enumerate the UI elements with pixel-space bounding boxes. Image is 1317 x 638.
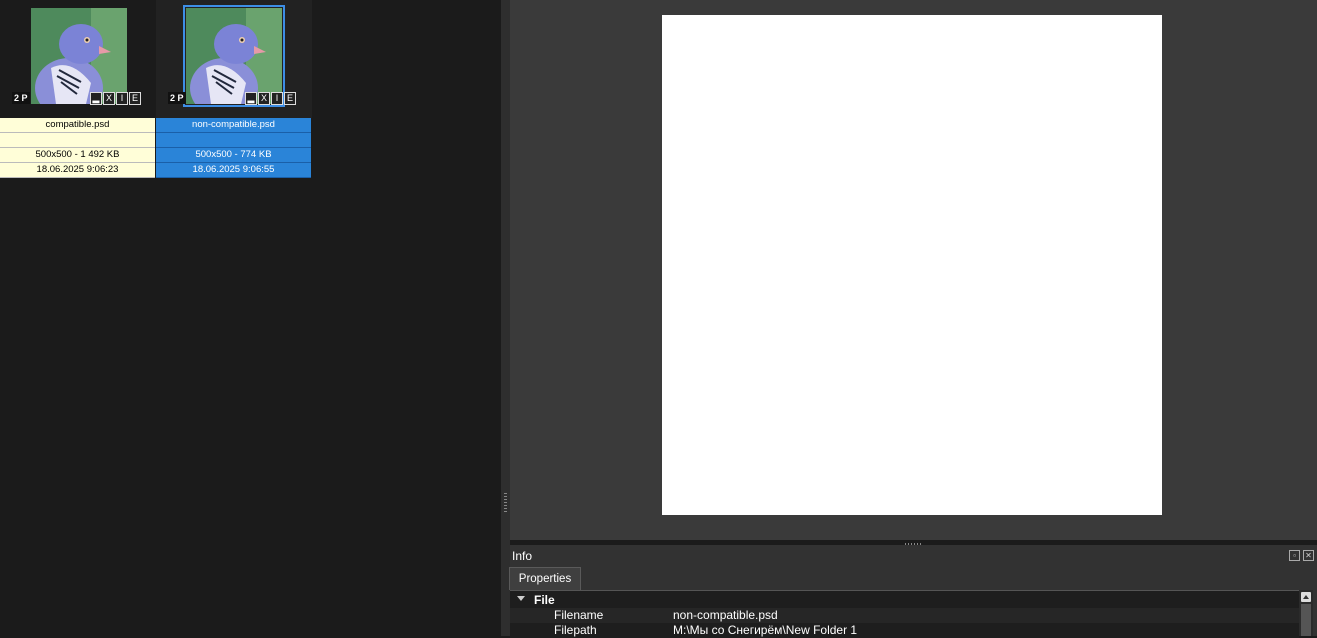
group-label: File bbox=[534, 593, 555, 607]
flag-icon: ▂ bbox=[90, 92, 102, 105]
flag-i: I bbox=[271, 92, 283, 105]
thumbnail-image[interactable] bbox=[183, 5, 285, 107]
thumbnail-date: 18.06.2025 9:06:23 bbox=[0, 163, 155, 178]
image-canvas[interactable] bbox=[662, 15, 1162, 515]
properties-grid: File Filename non-compatible.psd Filepat… bbox=[510, 590, 1299, 638]
flag-icon: ▂ bbox=[245, 92, 257, 105]
flag-i: I bbox=[116, 92, 128, 105]
thumbnail-size: 500x500 - 774 KB bbox=[156, 148, 311, 163]
thumbnail-filename: compatible.psd bbox=[0, 118, 155, 133]
browser-pane: 2 P ▂ X I E compatible.psd 500x500 - 1 4… bbox=[0, 0, 501, 636]
vertical-splitter[interactable] bbox=[501, 0, 510, 636]
thumbnail-size: 500x500 - 1 492 KB bbox=[0, 148, 155, 163]
page-count-badge: 2 P bbox=[168, 92, 186, 104]
splitter-grip-icon[interactable] bbox=[504, 493, 507, 513]
group-row-file[interactable]: File bbox=[510, 592, 1299, 608]
property-row[interactable]: Filename non-compatible.psd bbox=[510, 608, 1299, 623]
thumbnail-non-compatible[interactable]: 2 P ▂ X I E non-compatible.psd 500x500 -… bbox=[156, 0, 312, 178]
flag-x: X bbox=[103, 92, 115, 105]
properties-scrollbar[interactable] bbox=[1299, 590, 1313, 636]
thumbnail-info-line bbox=[156, 133, 311, 148]
flag-e: E bbox=[129, 92, 141, 105]
thumbnail-info-line bbox=[0, 133, 155, 148]
thumbnail-image[interactable] bbox=[31, 8, 127, 104]
scroll-up-icon[interactable] bbox=[1301, 592, 1311, 602]
expand-arrow-icon[interactable] bbox=[517, 596, 525, 601]
float-panel-icon[interactable]: ▫ bbox=[1289, 550, 1300, 561]
thumbnail-compatible[interactable]: 2 P ▂ X I E compatible.psd 500x500 - 1 4… bbox=[0, 0, 156, 178]
property-value: non-compatible.psd bbox=[673, 608, 778, 622]
flag-x: X bbox=[258, 92, 270, 105]
thumbnail-filename: non-compatible.psd bbox=[156, 118, 311, 133]
tab-properties[interactable]: Properties bbox=[509, 567, 581, 590]
page-count-badge: 2 P bbox=[12, 92, 30, 104]
flag-e: E bbox=[284, 92, 296, 105]
close-panel-icon[interactable]: ✕ bbox=[1303, 550, 1314, 561]
thumbnail-date: 18.06.2025 9:06:55 bbox=[156, 163, 311, 178]
info-panel-title: Info bbox=[512, 549, 533, 563]
property-name: Filename bbox=[554, 608, 604, 622]
scroll-thumb[interactable] bbox=[1301, 604, 1311, 636]
